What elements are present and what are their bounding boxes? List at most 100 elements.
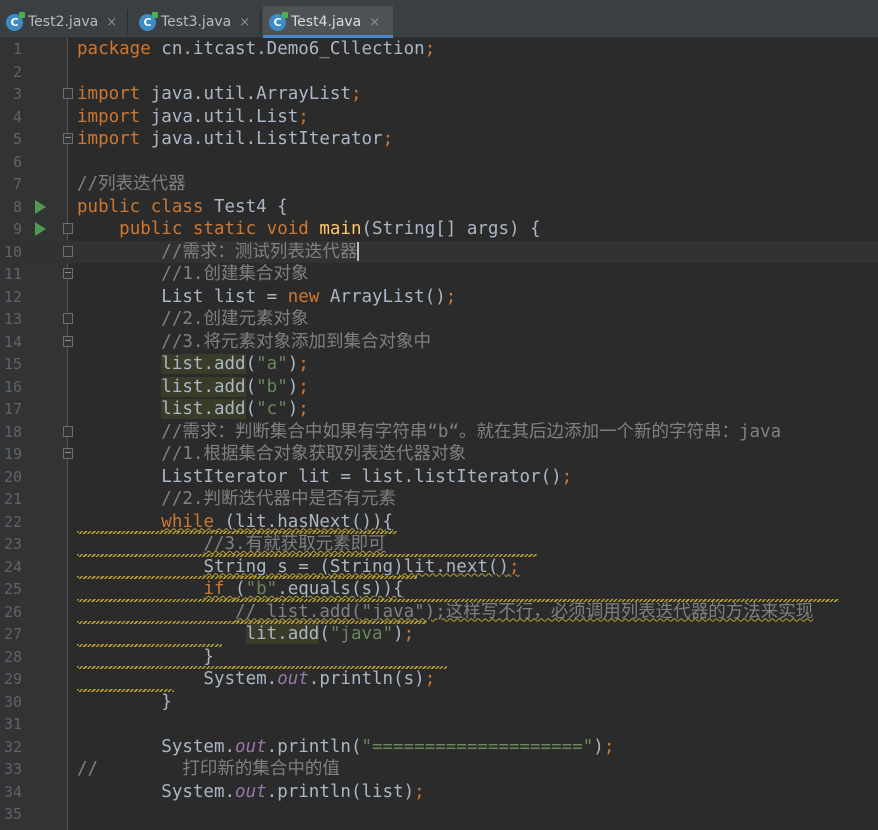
- code-token: import: [77, 84, 151, 104]
- code-line[interactable]: 14 //3.将元素对象添加到集合对象中: [0, 331, 878, 354]
- code-token: "c": [256, 399, 288, 419]
- close-icon[interactable]: ×: [106, 15, 117, 30]
- tab-test4[interactable]: C Test4.java ×: [263, 6, 393, 38]
- run-icon[interactable]: [35, 199, 46, 214]
- code-line[interactable]: 35: [0, 803, 878, 826]
- fold-icon[interactable]: [63, 448, 73, 459]
- code-token: list.add: [161, 376, 246, 397]
- fold-icon[interactable]: [63, 425, 73, 437]
- code-line[interactable]: 5 import java.util.ListIterator;: [0, 128, 878, 151]
- line-number: 25: [3, 580, 22, 598]
- code-line[interactable]: 7 //列表迭代器: [0, 173, 878, 196]
- close-icon[interactable]: ×: [239, 15, 250, 30]
- code-line[interactable]: 22 while (lit.hasNext()){: [0, 511, 878, 534]
- code-line[interactable]: 1 package cn.itcast.Demo6_Cllection;: [0, 38, 878, 61]
- code-token: list.add: [161, 354, 246, 374]
- code-token: package: [77, 39, 162, 59]
- code-line[interactable]: 26 // list.add("java");这样写不行，必须调用列表迭代器的方…: [0, 598, 878, 624]
- code-line[interactable]: 30 }: [0, 688, 878, 714]
- code-token: ;: [424, 669, 436, 689]
- code-text: list.add("c");: [77, 398, 309, 421]
- code-token: .println(s): [308, 669, 425, 689]
- fold-icon[interactable]: [63, 88, 73, 99]
- warning-underline: [77, 576, 417, 579]
- line-number: 35: [3, 805, 22, 823]
- line-number: 31: [3, 715, 22, 733]
- run-icon[interactable]: [35, 222, 46, 236]
- code-line[interactable]: 23 //3.有就获取元素即可: [0, 531, 878, 556]
- warning-underline: [77, 643, 222, 647]
- close-icon[interactable]: ×: [369, 15, 380, 30]
- code-token: "====================": [361, 736, 594, 757]
- code-text: list.add("b");: [77, 376, 309, 399]
- code-line[interactable]: 2: [0, 61, 878, 84]
- code-line[interactable]: 20 ListIterator lit = list.listIterator(…: [0, 466, 878, 489]
- code-line[interactable]: 29 System.out.println(s);: [0, 666, 878, 691]
- java-class-icon: C: [269, 11, 288, 31]
- code-line[interactable]: 21 //2.判断迭代器中是否有元素: [0, 488, 878, 511]
- code-line[interactable]: 31: [0, 713, 878, 736]
- code-token: //需求：测试列表迭代器: [161, 241, 358, 262]
- tab-test3[interactable]: C Test3.java ×: [133, 6, 261, 38]
- line-number: 15: [3, 355, 22, 373]
- code-line[interactable]: 11 //1.创建集合对象: [0, 263, 878, 286]
- code-line[interactable]: 19 //1.根据集合对象获取列表迭代器对象: [0, 443, 878, 466]
- code-token: main: [319, 219, 362, 239]
- code-editor[interactable]: 1 package cn.itcast.Demo6_Cllection; 2 3 imp…: [0, 38, 878, 830]
- fold-icon[interactable]: [63, 335, 73, 347]
- code-token: .println(list): [266, 781, 415, 802]
- fold-icon[interactable]: [63, 223, 73, 234]
- code-line[interactable]: 27 lit.add("java");: [0, 621, 878, 646]
- tab-label: Test4.java: [291, 14, 362, 30]
- code-line[interactable]: 3 import java.util.ArrayList;: [0, 83, 878, 106]
- code-token: ListIterator lit = list.listIterator(): [77, 466, 562, 487]
- code-line[interactable]: 8 public class Test4 {: [0, 196, 878, 219]
- line-number: 11: [3, 265, 22, 283]
- code-line[interactable]: 6: [0, 151, 878, 174]
- code-text: //需求：测试列表迭代器: [77, 241, 360, 264]
- code-token: "a": [256, 354, 288, 374]
- code-text: import java.util.ListIterator;: [77, 128, 393, 151]
- code-line[interactable]: 4 import java.util.List;: [0, 106, 878, 129]
- code-line[interactable]: 25 if ("b".equals(s)){: [0, 576, 878, 601]
- code-line[interactable]: 18 //需求：判断集合中如果有字符串“b“。就在其后边添加一个新的字符串：ja…: [0, 421, 878, 444]
- code-text: ListIterator lit = list.listIterator();: [77, 466, 572, 489]
- line-number: 28: [3, 647, 22, 666]
- code-line[interactable]: 15 list.add("a");: [0, 353, 878, 376]
- code-token: ;: [603, 736, 615, 757]
- code-line[interactable]: 12 List list = new ArrayList();: [0, 286, 878, 309]
- code-text: }: [77, 646, 214, 669]
- code-token: (: [319, 624, 330, 644]
- code-text: import java.util.ArrayList;: [77, 83, 362, 106]
- tab-separator: [260, 10, 261, 34]
- code-token: out: [277, 669, 309, 689]
- code-line[interactable]: 24 String s = (String)lit.next();: [0, 553, 878, 579]
- code-line[interactable]: 10 //需求：测试列表迭代器: [0, 240, 878, 264]
- fold-icon[interactable]: [63, 245, 73, 257]
- fold-icon[interactable]: [63, 268, 73, 279]
- code-line[interactable]: 9 public static void main(String[] args)…: [0, 218, 878, 241]
- line-number: 34: [3, 782, 22, 801]
- code-line[interactable]: 33 // 打印新的集合中的值: [0, 758, 878, 781]
- line-number: 5: [12, 130, 22, 148]
- code-line[interactable]: 13 //2.创建元素对象: [0, 308, 878, 331]
- code-line[interactable]: 17 list.add("c");: [0, 398, 878, 421]
- code-token: ;: [298, 399, 309, 419]
- code-token: java.util.ArrayList: [150, 84, 351, 104]
- code-line[interactable]: 32 System.out.println("=================…: [0, 736, 878, 759]
- fold-icon[interactable]: [63, 313, 73, 324]
- code-token: (: [235, 579, 246, 599]
- code-token: System.: [77, 669, 278, 689]
- code-line[interactable]: 34 System.out.println(list);: [0, 781, 878, 804]
- code-line[interactable]: 28 }: [0, 643, 878, 669]
- fold-icon[interactable]: [63, 133, 73, 144]
- tab-test2[interactable]: C Test2.java ×: [0, 6, 128, 38]
- code-text: // list.add("java");这样写不行，必须调用列表迭代器的方法来实…: [77, 601, 813, 624]
- line-number: 26: [3, 602, 22, 621]
- code-line[interactable]: 16 list.add("b");: [0, 376, 878, 399]
